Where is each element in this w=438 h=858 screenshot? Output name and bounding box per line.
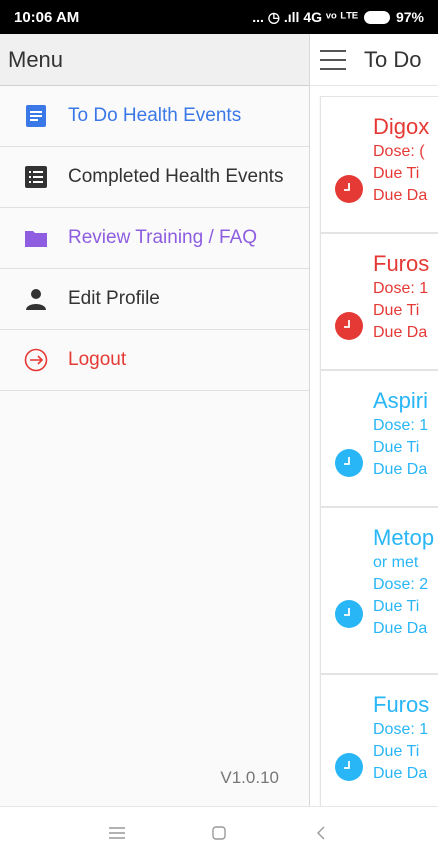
menu-item-todo-health-events[interactable]: To Do Health Events [0,86,309,147]
menu-item-label: To Do Health Events [68,105,242,126]
event-card[interactable]: Digox Dose: ( Due Ti Due Da [320,96,438,233]
app-version: V1.0.10 [220,768,279,787]
back-chevron-icon[interactable] [311,823,331,843]
clock-icon [335,312,363,340]
event-detail-line: Due Da [373,620,428,637]
event-detail-line: Dose: 1 [373,721,429,738]
menu-item-label: Completed Health Events [68,166,284,187]
status-bar: 10:06 AM ... ◷ .ıll 4G ᵛᵒ ᴸᵀᴱ 97% [0,0,438,34]
event-detail-line: Due Da [373,461,428,478]
menu-item-label: Logout [68,349,127,370]
signal-indicators: ... ◷ .ıll 4G ᵛᵒ ᴸᵀᴱ [252,8,358,25]
event-detail-line: Due Ti [373,439,420,456]
battery-percent: 97% [395,9,424,25]
event-detail-line: Due Ti [373,165,420,182]
event-card[interactable]: Furos Dose: 1 Due Ti Due Da [320,674,438,806]
system-nav-bar [0,806,438,858]
event-card[interactable]: Furos Dose: 1 Due Ti Due Da [320,233,438,370]
status-time: 10:06 AM [14,8,80,26]
drawer-title: Menu [0,34,309,86]
logout-icon [24,348,48,372]
todo-list-icon [26,105,46,127]
folder-icon [25,231,47,247]
menu-item-logout[interactable]: Logout [0,330,309,391]
clock-icon [335,600,363,628]
navigation-drawer: Menu To Do Health Events Completed Healt… [0,34,310,806]
event-name: Digox [373,114,430,139]
clock-icon [335,175,363,203]
completed-list-icon [25,166,47,188]
menu-item-edit-profile[interactable]: Edit Profile [0,269,309,330]
event-name: Furos [373,692,430,717]
event-list: Digox Dose: ( Due Ti Due Da Furos Dose: 1 Due … [320,96,438,806]
status-indicators: ... ◷ .ıll 4G ᵛᵒ ᴸᵀᴱ 97% [252,9,424,26]
todo-main: To Do Digox Dose: ( Due Ti Due Da Furos Dose:… [310,34,438,806]
event-detail-line: Dose: 1 [373,417,429,434]
app-bar: To Do [310,34,438,86]
battery-icon [363,10,390,24]
event-name: Metop [373,525,435,550]
menu-item-label: Edit Profile [68,288,160,309]
event-detail-line: Due Da [373,765,428,782]
menu-icon[interactable] [107,823,127,843]
event-detail-line: Due Da [373,187,428,204]
app-title: To Do [364,46,422,72]
home-square-icon[interactable] [209,823,229,843]
clock-icon [335,753,363,781]
clock-icon [335,449,363,477]
event-detail-line: Due Ti [373,302,420,319]
event-detail-line: or met [373,554,419,571]
event-detail-line: Dose: 1 [373,280,429,297]
hamburger-menu-icon[interactable] [320,49,346,70]
event-card[interactable]: Metop or met Dose: 2 Due Ti Due Da [320,507,438,674]
menu-item-completed-health-events[interactable]: Completed Health Events [0,147,309,208]
menu-item-label: Review Training / FAQ [68,227,258,248]
app-screen: To Do Digox Dose: ( Due Ti Due Da Furos Dose:… [0,34,438,806]
event-card[interactable]: Aspiri Dose: 1 Due Ti Due Da [320,370,438,507]
person-icon [26,289,46,310]
event-detail-line: Due Da [373,324,428,341]
event-detail-line: Dose: ( [373,143,425,160]
menu-item-review-training-faq[interactable]: Review Training / FAQ [0,208,309,269]
event-name: Furos [373,251,430,276]
event-name: Aspiri [373,388,429,413]
event-detail-line: Due Ti [373,743,420,760]
event-detail-line: Dose: 2 [373,576,429,593]
event-detail-line: Due Ti [373,598,420,615]
